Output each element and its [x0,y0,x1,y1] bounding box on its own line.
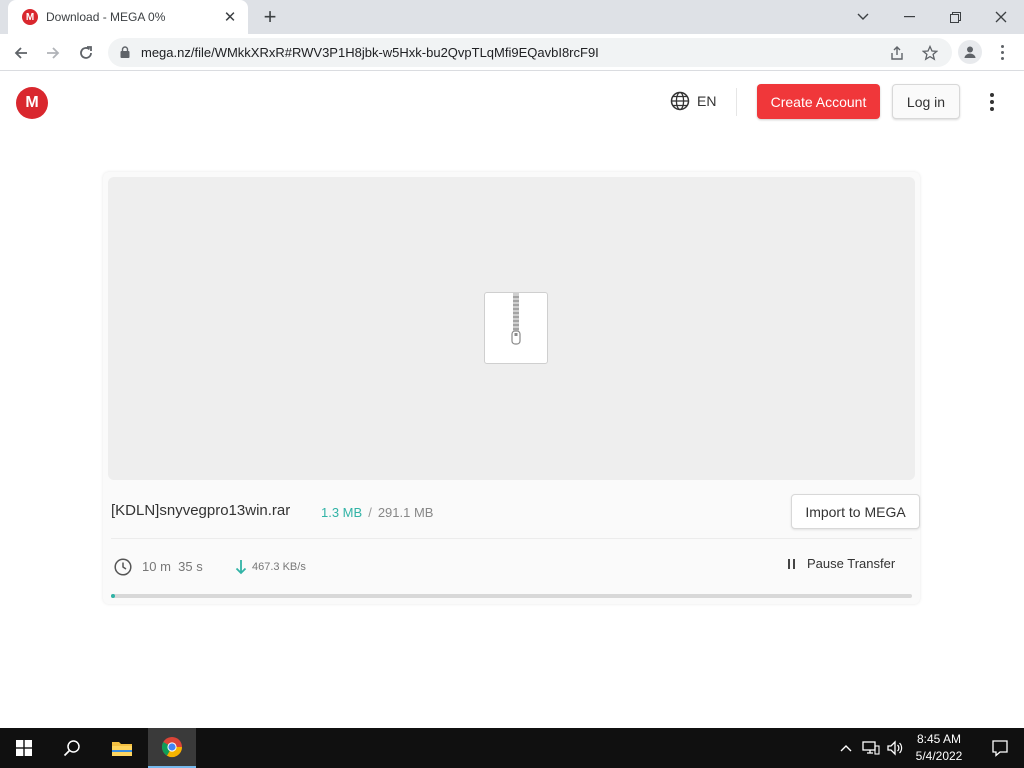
volume-icon[interactable] [886,738,904,759]
download-speed: 467.3 KB/s [252,561,306,573]
file-preview-area [108,177,915,480]
bookmark-star-icon[interactable] [921,44,939,62]
header-divider [736,88,737,116]
pause-icon [788,558,795,569]
show-hidden-icons-chevron-icon[interactable] [840,738,852,757]
reload-icon[interactable] [73,40,99,66]
card-divider [111,538,912,539]
network-icon[interactable] [862,738,880,759]
forward-icon[interactable] [40,40,66,66]
address-bar[interactable]: mega.nz/file/WMkkXRxR#RWV3P1H8jbk-w5Hxk-… [108,38,952,67]
downloaded-size: 1.3 MB [321,505,363,520]
file-info-row: [KDLN]snyvegpro13win.rar 1.3 MB / 291.1 MB… [111,490,920,530]
taskbar-date: 5/4/2022 [915,749,963,763]
clock-icon [114,558,132,576]
total-size: 291.1 MB [377,505,434,520]
login-button[interactable]: Log in [892,84,960,119]
share-icon[interactable] [888,44,906,62]
notifications-icon[interactable] [976,728,1024,768]
mega-logo[interactable]: M [16,87,48,119]
browser-menu-icon[interactable] [994,40,1010,64]
taskbar: 8:45 AM 5/4/2022 [0,728,1024,768]
time-remaining-minutes: 10 m [142,559,171,574]
language-label: EN [697,93,717,109]
download-progress-fill [111,594,115,598]
minimize-button[interactable] [886,0,932,34]
time-remaining: 10 m 35 s [142,559,203,574]
page-menu-icon[interactable] [984,92,1000,112]
file-size-info: 1.3 MB / 291.1 MB [321,505,433,520]
mega-favicon-icon: M [22,9,38,25]
taskbar-time: 8:45 AM [916,732,962,746]
download-card: [KDLN]snyvegpro13win.rar 1.3 MB / 291.1 MB… [103,172,920,604]
tab-close-icon[interactable]: ✕ [222,8,238,26]
url-text[interactable]: mega.nz/file/WMkkXRxR#RWV3P1H8jbk-w5Hxk-… [141,45,599,60]
tab-title: Download - MEGA 0% [46,10,166,24]
time-remaining-seconds: 35 s [178,559,203,574]
globe-icon [670,91,690,111]
transfer-stats-row: 10 m 35 s 467.3 KB/s Pause Transfer [111,555,911,579]
file-explorer-icon[interactable] [98,728,146,768]
close-window-button[interactable] [978,0,1024,34]
size-separator: / [368,505,372,520]
browser-tab[interactable]: M Download - MEGA 0% ✕ [8,0,248,34]
lock-icon[interactable] [120,46,130,58]
search-icon[interactable] [48,728,96,768]
windows-start-icon[interactable] [0,728,48,768]
new-tab-button[interactable]: + [258,5,282,29]
back-icon[interactable] [8,40,34,66]
create-account-button[interactable]: Create Account [757,84,880,119]
browser-toolbar: mega.nz/file/WMkkXRxR#RWV3P1H8jbk-w5Hxk-… [0,34,1024,71]
download-progress-bar [111,594,912,598]
chrome-taskbar-icon[interactable] [148,728,196,768]
import-to-mega-button[interactable]: Import to MEGA [791,494,920,529]
pause-transfer-button[interactable]: Pause Transfer [788,556,895,571]
download-arrow-icon [235,560,247,575]
tab-search-icon[interactable] [840,0,886,34]
tab-strip: M Download - MEGA 0% ✕ + [0,0,1024,34]
restore-button[interactable] [932,0,978,34]
archive-file-icon [484,292,548,364]
file-name: [KDLN]snyvegpro13win.rar [111,502,291,519]
profile-avatar-icon[interactable] [958,40,982,64]
taskbar-clock[interactable]: 8:45 AM 5/4/2022 [906,731,972,765]
pause-transfer-label: Pause Transfer [807,556,896,571]
language-selector[interactable]: EN [670,91,716,111]
